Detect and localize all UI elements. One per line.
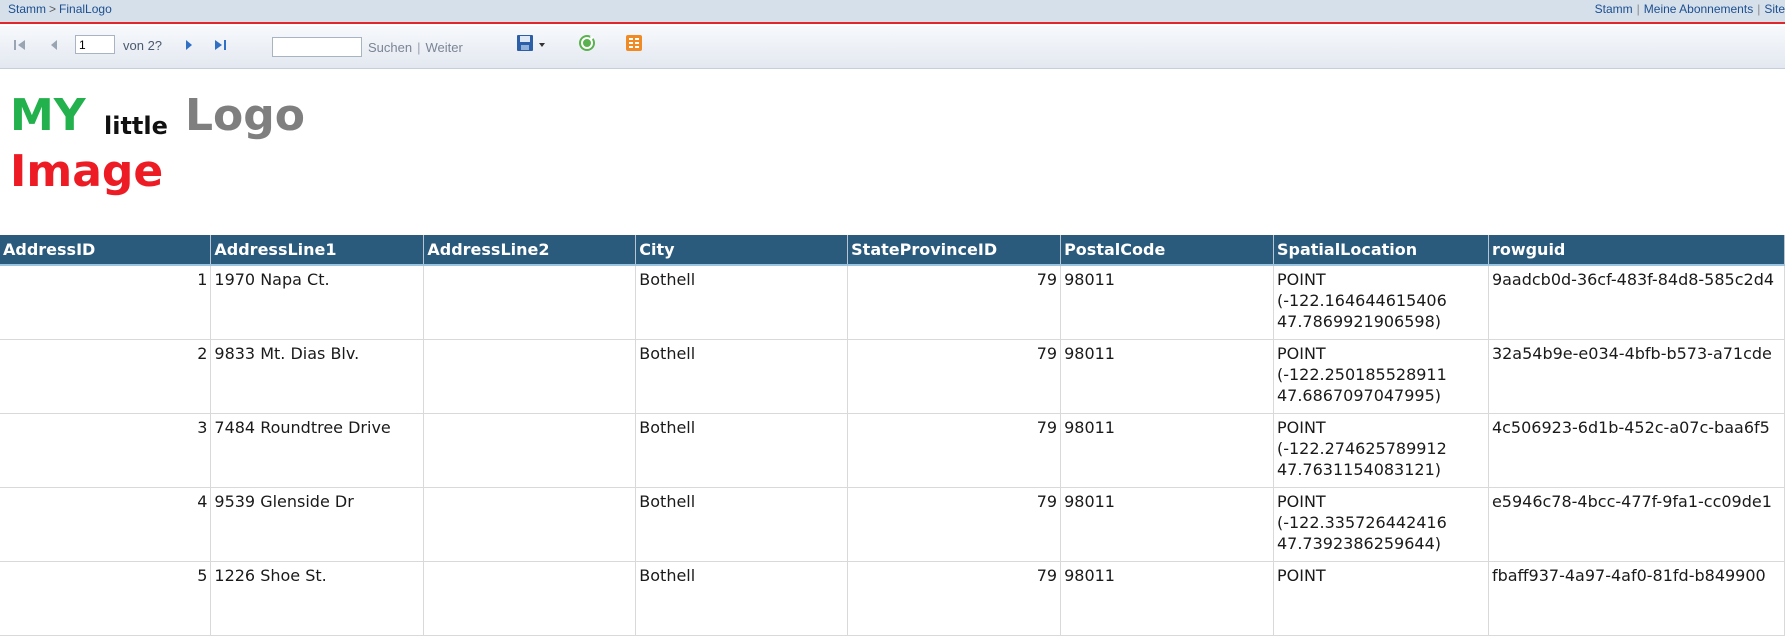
- cell-addressline2: [423, 265, 637, 340]
- cell-city: Bothell: [635, 487, 849, 562]
- cell-stateprovinceid: 79: [847, 487, 1062, 562]
- find-divider: |: [417, 40, 421, 55]
- column-header-city[interactable]: City: [635, 235, 849, 266]
- cell-stateprovinceid: 79: [847, 413, 1062, 488]
- cell-addressline1: 9539 Glenside Dr: [210, 487, 425, 562]
- table-header-row: AddressID AddressLine1 AddressLine2 City…: [0, 235, 1785, 266]
- first-page-icon: [11, 36, 29, 54]
- cell-spatiallocation: POINT (-122.274625789912 47.763115408312…: [1273, 413, 1489, 488]
- table-row: 5 1226 Shoe St. Bothell 79 98011 POINT f…: [0, 561, 1785, 636]
- find-links: Suchen | Weiter: [368, 40, 463, 55]
- search-input[interactable]: [272, 37, 362, 57]
- cell-spatiallocation: POINT: [1273, 561, 1489, 636]
- cell-city: Bothell: [635, 339, 849, 414]
- column-header-spatiallocation[interactable]: SpatialLocation: [1273, 235, 1489, 266]
- cell-addressline1: 1226 Shoe St.: [210, 561, 425, 636]
- cell-addressid: 2: [0, 339, 212, 414]
- cell-postalcode: 98011: [1060, 487, 1274, 562]
- cell-stateprovinceid: 79: [847, 561, 1062, 636]
- next-page-icon: [180, 36, 198, 54]
- refresh-icon: [577, 33, 597, 58]
- column-header-addressline2[interactable]: AddressLine2: [423, 235, 637, 266]
- last-page-button[interactable]: [211, 35, 229, 55]
- cell-rowguid: 4c506923-6d1b-452c-a07c-baa6f5: [1488, 413, 1785, 488]
- first-page-button[interactable]: [11, 35, 29, 55]
- logo-logo-text: Logo: [185, 90, 305, 141]
- column-header-addressline1[interactable]: AddressLine1: [210, 235, 425, 266]
- cell-postalcode: 98011: [1060, 265, 1274, 340]
- cell-stateprovinceid: 79: [847, 265, 1062, 340]
- table-row: 1 1970 Napa Ct. Bothell 79 98011 POINT (…: [0, 265, 1785, 340]
- cell-rowguid: fbaff937-4a97-4af0-81fd-b849900: [1488, 561, 1785, 636]
- breadcrumb-home-link[interactable]: Stamm: [8, 2, 46, 16]
- cell-addressline1: 9833 Mt. Dias Blv.: [210, 339, 425, 414]
- cell-addressid: 3: [0, 413, 212, 488]
- table-row: 4 9539 Glenside Dr Bothell 79 98011 POIN…: [0, 487, 1785, 562]
- link-divider: |: [1757, 2, 1761, 16]
- next-match-link[interactable]: Weiter: [425, 40, 462, 55]
- export-button[interactable]: [516, 34, 546, 57]
- column-header-rowguid[interactable]: rowguid: [1488, 235, 1785, 266]
- breadcrumb-current-link[interactable]: FinalLogo: [59, 2, 112, 16]
- previous-page-button[interactable]: [45, 35, 63, 55]
- save-disk-icon: [516, 34, 536, 57]
- global-links: Stamm | Meine Abonnements | Site: [1595, 2, 1785, 16]
- top-nav-bar: Stamm > FinalLogo Stamm | Meine Abonnements |…: [0, 0, 1785, 24]
- cell-spatiallocation: POINT (-122.335726442416 47.739238625964…: [1273, 487, 1489, 562]
- data-feed-icon: [625, 34, 643, 57]
- last-page-icon: [211, 36, 229, 54]
- cell-stateprovinceid: 79: [847, 339, 1062, 414]
- table-row: 2 9833 Mt. Dias Blv. Bothell 79 98011 PO…: [0, 339, 1785, 414]
- column-header-postalcode[interactable]: PostalCode: [1060, 235, 1274, 266]
- chevron-down-icon: [538, 36, 546, 54]
- logo-my-text: MY: [10, 90, 86, 141]
- page-count-label: von 2?: [123, 38, 163, 53]
- logo-little-text: little: [104, 112, 168, 140]
- site-settings-link[interactable]: Site: [1764, 2, 1785, 16]
- cell-city: Bothell: [635, 561, 849, 636]
- cell-addressline2: [423, 561, 637, 636]
- cell-rowguid: e5946c78-4bcc-477f-9fa1-cc09de1: [1488, 487, 1785, 562]
- cell-addressid: 1: [0, 265, 212, 340]
- refresh-button[interactable]: [577, 33, 597, 58]
- cell-city: Bothell: [635, 413, 849, 488]
- address-table: AddressID AddressLine1 AddressLine2 City…: [0, 235, 1785, 636]
- cell-rowguid: 32a54b9e-e034-4bfb-b573-a71cde: [1488, 339, 1785, 414]
- table-row: 3 7484 Roundtree Drive Bothell 79 98011 …: [0, 413, 1785, 488]
- breadcrumb: Stamm > FinalLogo: [8, 2, 112, 16]
- search-link[interactable]: Suchen: [368, 40, 412, 55]
- logo-image-text: Image: [10, 146, 164, 197]
- page-number-input[interactable]: [75, 35, 115, 54]
- cell-postalcode: 98011: [1060, 561, 1274, 636]
- column-header-addressid[interactable]: AddressID: [0, 235, 212, 266]
- cell-addressline1: 1970 Napa Ct.: [210, 265, 425, 340]
- cell-postalcode: 98011: [1060, 413, 1274, 488]
- breadcrumb-separator: >: [49, 2, 57, 16]
- cell-spatiallocation: POINT (-122.250185528911 47.686709704799…: [1273, 339, 1489, 414]
- cell-addressline2: [423, 339, 637, 414]
- cell-addressid: 5: [0, 561, 212, 636]
- cell-addressid: 4: [0, 487, 212, 562]
- cell-rowguid: 9aadcb0d-36cf-483f-84d8-585c2d4: [1488, 265, 1785, 340]
- cell-addressline2: [423, 487, 637, 562]
- subscriptions-link[interactable]: Meine Abonnements: [1644, 2, 1753, 16]
- report-toolbar: von 2? Suchen | Weiter: [0, 26, 1785, 69]
- cell-postalcode: 98011: [1060, 339, 1274, 414]
- cell-addressline2: [423, 413, 637, 488]
- cell-addressline1: 7484 Roundtree Drive: [210, 413, 425, 488]
- next-page-button[interactable]: [180, 35, 198, 55]
- link-divider: |: [1636, 2, 1640, 16]
- home-link[interactable]: Stamm: [1595, 2, 1633, 16]
- atom-feed-button[interactable]: [625, 34, 643, 57]
- column-header-stateprovinceid[interactable]: StateProvinceID: [847, 235, 1062, 266]
- cell-spatiallocation: POINT (-122.164644615406 47.786992190659…: [1273, 265, 1489, 340]
- previous-page-icon: [45, 36, 63, 54]
- cell-city: Bothell: [635, 265, 849, 340]
